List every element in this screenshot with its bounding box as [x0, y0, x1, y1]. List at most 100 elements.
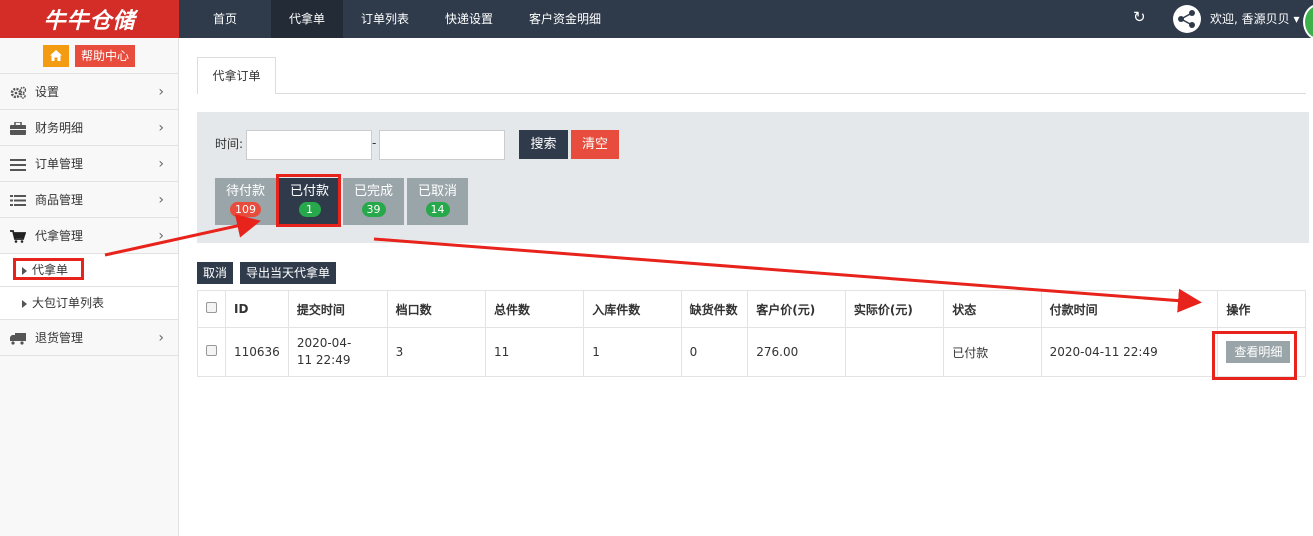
column-header[interactable]: 档口数 — [386, 290, 486, 328]
cell-id: 110636 — [225, 327, 289, 377]
status-tab-paid[interactable]: 已付款 1 — [279, 178, 340, 225]
submit-time-text: 2020-04-11 22:49 — [296, 336, 352, 367]
cell-stalls: 3 — [386, 327, 486, 377]
column-header[interactable]: 入库件数 — [583, 290, 682, 328]
top-nav: 首页 代拿单 订单列表 快递设置 客户资金明细 — [179, 0, 619, 38]
welcome-label: 欢迎, 香源贝贝 — [1210, 12, 1290, 26]
sidebar-item-label: 退货管理 — [35, 331, 84, 345]
truck-icon — [10, 333, 26, 345]
sidebar-item-label: 商品管理 — [35, 193, 84, 207]
caret-down-icon: ▾ — [1293, 12, 1300, 26]
briefcase-icon — [10, 122, 26, 135]
count-badge: 1 — [298, 202, 321, 217]
sidebar-item-label: 代拿管理 — [35, 229, 84, 243]
search-button[interactable]: 搜索 — [519, 130, 568, 159]
chevron-right-icon: › — [158, 84, 164, 100]
sidebar-item-label: 订单管理 — [35, 157, 84, 171]
column-header: 操作 — [1217, 290, 1306, 328]
cell-customer-price: 276.00 — [747, 327, 846, 377]
view-details-button[interactable]: 查看明细 — [1226, 341, 1291, 363]
cell-total: 11 — [484, 327, 585, 377]
refresh-icon[interactable]: ↻ — [1133, 9, 1149, 25]
row-select-cell — [197, 327, 226, 377]
cell-missing: 0 — [680, 327, 749, 377]
column-header[interactable]: 客户价(元) — [747, 290, 846, 328]
chevron-right-icon: › — [158, 228, 164, 244]
cell-action: 查看明细 — [1217, 327, 1306, 377]
table-header-row: ID 提交时间 档口数 总件数 入库件数 缺货件数 客户价(元) 实际价(元) … — [197, 290, 1306, 328]
column-header[interactable]: 状态 — [943, 290, 1042, 328]
orders-table: ID 提交时间 档口数 总件数 入库件数 缺货件数 客户价(元) 实际价(元) … — [197, 290, 1306, 377]
date-separator: - — [372, 136, 377, 150]
share-icon[interactable] — [1173, 5, 1201, 33]
status-label: 待付款 — [225, 184, 265, 199]
user-avatar[interactable] — [1303, 4, 1313, 40]
sidebar-item-proxy[interactable]: 代拿管理 › — [0, 218, 178, 254]
row-checkbox[interactable] — [206, 345, 217, 356]
status-tab-unpaid[interactable]: 待付款 109 — [215, 178, 276, 225]
sidebar-top: 帮助中心 — [0, 38, 178, 74]
count-badge: 14 — [425, 202, 450, 217]
sidebar-item-label: 财务明细 — [35, 121, 84, 135]
clear-button[interactable]: 清空 — [571, 130, 619, 159]
sidebar-item-settings[interactable]: 设置 › — [0, 74, 178, 110]
cell-stocked: 1 — [583, 327, 682, 377]
end-date-input[interactable] — [379, 130, 505, 160]
status-tab-cancelled[interactable]: 已取消 14 — [407, 178, 468, 225]
chevron-right-icon: › — [158, 330, 164, 346]
count-badge: 109 — [230, 202, 261, 217]
sidebar-item-finance[interactable]: 财务明细 › — [0, 110, 178, 146]
cell-actual-price — [844, 327, 945, 377]
chevron-right-icon: › — [158, 120, 164, 136]
sidebar-subitem-bulk-orders[interactable]: 大包订单列表 — [0, 287, 178, 320]
home-icon — [49, 50, 62, 61]
column-header[interactable]: ID — [225, 290, 289, 328]
logo[interactable]: 牛牛仓储 — [0, 0, 179, 38]
status-label: 已取消 — [417, 184, 457, 199]
caret-right-icon — [22, 300, 27, 308]
help-center-button[interactable]: 帮助中心 — [74, 44, 135, 67]
sidebar-item-orders[interactable]: 订单管理 › — [0, 146, 178, 182]
chevron-right-icon: › — [158, 156, 164, 172]
status-label: 已付款 — [289, 184, 329, 199]
column-header[interactable]: 实际价(元) — [844, 290, 945, 328]
tab-proxy-orders[interactable]: 代拿订单 — [197, 57, 276, 94]
column-header[interactable]: 缺货件数 — [680, 290, 749, 328]
sidebar-item-products[interactable]: 商品管理 › — [0, 182, 178, 218]
sidebar-subitem-proxy-orders[interactable]: 代拿单 — [0, 254, 178, 287]
top-bar: 牛牛仓储 首页 代拿单 订单列表 快递设置 客户资金明细 ↻ 欢迎, 香源贝贝 … — [0, 0, 1313, 40]
nav-express-settings[interactable]: 快递设置 — [427, 0, 511, 38]
column-header[interactable]: 付款时间 — [1040, 290, 1219, 328]
cancel-button[interactable]: 取消 — [197, 262, 234, 284]
list-icon — [10, 195, 26, 206]
welcome-text[interactable]: 欢迎, 香源贝贝 ▾ — [1210, 0, 1300, 38]
home-button[interactable] — [42, 44, 69, 67]
status-tab-completed[interactable]: 已完成 39 — [343, 178, 404, 225]
gear-icon — [10, 86, 26, 99]
nav-proxy-orders[interactable]: 代拿单 — [271, 0, 344, 38]
sidebar-subitem-label: 大包订单列表 — [32, 296, 105, 310]
sidebar-item-returns[interactable]: 退货管理 › — [0, 320, 178, 356]
export-today-button[interactable]: 导出当天代拿单 — [240, 262, 337, 284]
start-date-input[interactable] — [246, 130, 372, 160]
cart-icon — [10, 230, 26, 243]
nav-customer-funds[interactable]: 客户资金明细 — [511, 0, 619, 38]
chevron-right-icon: › — [158, 192, 164, 208]
sidebar-subitem-label: 代拿单 — [32, 263, 69, 277]
cell-pay-time: 2020-04-11 22:49 — [1040, 327, 1219, 377]
nav-order-list[interactable]: 订单列表 — [343, 0, 427, 38]
nav-home[interactable]: 首页 — [179, 0, 271, 38]
select-all-checkbox[interactable] — [206, 302, 217, 313]
column-header[interactable]: 提交时间 — [287, 290, 388, 328]
count-badge: 39 — [361, 202, 386, 217]
select-all-cell — [197, 290, 226, 328]
tab-divider — [276, 93, 1306, 94]
column-header[interactable]: 总件数 — [484, 290, 585, 328]
sidebar-item-label: 设置 — [35, 85, 60, 99]
sidebar: 帮助中心 设置 › 财务明细 › 订单管理 › 商品管理 › 代拿管理 › 代拿… — [0, 38, 179, 536]
status-label: 已完成 — [353, 184, 393, 199]
filter-panel: 时间: - 搜索 清空 待付款 109 已付款 1 已完成 39 已取消 14 — [197, 112, 1309, 243]
table-row[interactable]: 110636 2020-04-11 22:49 3 11 1 0 276.00 … — [197, 327, 1306, 377]
time-label: 时间: — [215, 137, 244, 151]
cell-submit-time: 2020-04-11 22:49 — [287, 327, 388, 377]
